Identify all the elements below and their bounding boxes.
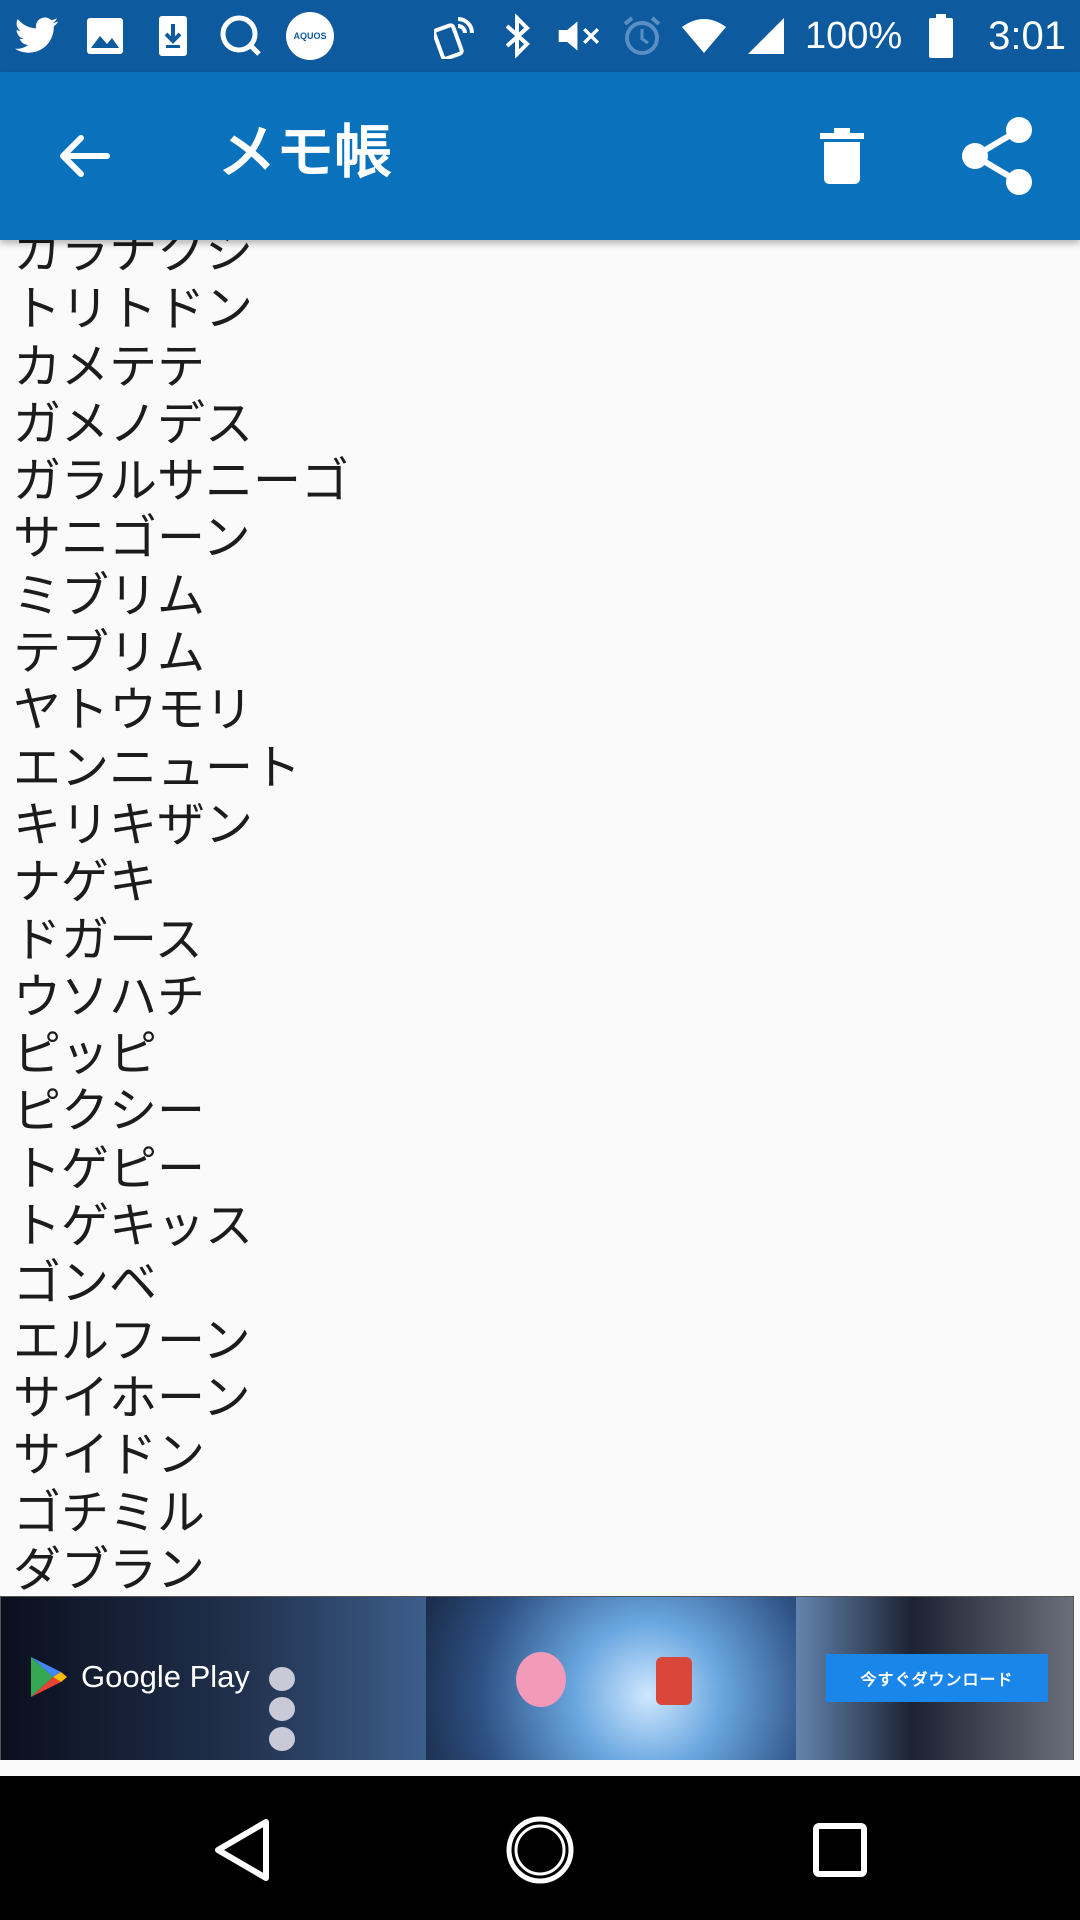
memo-line: ピッピ xyxy=(13,1026,158,1083)
nav-home-button[interactable] xyxy=(490,1800,590,1900)
memo-line: サイホーン xyxy=(13,1369,251,1426)
google-play-logo: Google Play xyxy=(29,1655,250,1699)
cell-signal-icon xyxy=(743,13,789,59)
alarm-icon xyxy=(619,13,665,59)
memo-text-area[interactable]: カラナクシ トリトドン カメテテ ガメノデス ガラルサニーゴ サニゴーン ミブリ… xyxy=(0,240,1080,1596)
memo-line: エンニュート xyxy=(13,739,302,796)
memo-lines: カラナクシ トリトドン カメテテ ガメノデス ガラルサニーゴ サニゴーン ミブリ… xyxy=(13,240,349,1596)
back-button[interactable] xyxy=(42,114,126,198)
nav-back-button[interactable] xyxy=(192,1800,292,1900)
ad-character-image xyxy=(516,1652,566,1707)
memo-line: ガメノデス xyxy=(13,395,254,452)
battery-percent: 100% xyxy=(804,14,903,57)
arrow-back-icon xyxy=(60,135,110,177)
memo-line: ヤトウモリ xyxy=(13,682,254,739)
ad-character-image xyxy=(656,1657,692,1705)
download-icon xyxy=(150,13,196,59)
navigation-bar xyxy=(0,1776,1080,1920)
memo-line: サニゴーン xyxy=(13,510,251,567)
share-icon xyxy=(962,117,1032,195)
nav-recents-button[interactable] xyxy=(790,1800,890,1900)
delete-button[interactable] xyxy=(800,114,884,198)
divider xyxy=(0,1760,1080,1776)
clock: 3:01 xyxy=(988,13,1066,58)
status-bar: AQUOS 100% 3:01 xyxy=(0,0,1080,72)
volume-mute-icon xyxy=(557,13,603,59)
nav-home-icon xyxy=(506,1816,574,1884)
image-icon xyxy=(82,13,128,59)
nav-recents-icon xyxy=(813,1823,867,1877)
memo-line: トゲキッス xyxy=(13,1198,254,1255)
app-bar: メモ帳 xyxy=(0,72,1080,240)
ad-banner[interactable]: Google Play 今すぐダウンロード xyxy=(0,1596,1074,1762)
avatar xyxy=(269,1667,295,1691)
memo-line: ゴチミル xyxy=(13,1484,206,1541)
twitter-icon xyxy=(14,13,60,59)
download-now-button[interactable]: 今すぐダウンロード xyxy=(826,1654,1048,1702)
memo-line: カメテテ xyxy=(13,338,206,395)
trash-icon xyxy=(820,128,864,184)
share-button[interactable] xyxy=(955,114,1039,198)
memo-line: ガラルサニーゴ xyxy=(13,453,350,510)
ad-avatar-thumbnails xyxy=(269,1667,295,1751)
memo-line: トゲピー xyxy=(13,1140,206,1197)
memo-line: ウソハチ xyxy=(13,968,206,1025)
bluetooth-icon xyxy=(495,13,541,59)
memo-line: テブリム xyxy=(13,625,206,682)
memo-line: ピクシー xyxy=(13,1083,206,1140)
memo-line: ダブラン xyxy=(13,1541,206,1596)
aquos-icon: AQUOS xyxy=(286,12,334,60)
memo-line: ドガース xyxy=(13,911,203,968)
avatar xyxy=(269,1727,295,1751)
notification-icons: AQUOS xyxy=(14,12,334,60)
memo-line: ミブリム xyxy=(13,567,206,624)
google-play-icon xyxy=(31,1657,67,1697)
memo-line: サイドン xyxy=(13,1427,206,1484)
system-icons: 100% 3:01 xyxy=(433,13,1066,59)
chat-bubble-icon xyxy=(218,13,264,59)
wifi-icon xyxy=(681,13,727,59)
battery-icon xyxy=(918,13,964,59)
memo-line: ナゲキ xyxy=(13,854,158,911)
nfc-icon xyxy=(433,13,479,59)
page-title: メモ帳 xyxy=(218,118,393,186)
memo-line: ゴンベ xyxy=(13,1255,158,1312)
memo-line: エルフーン xyxy=(13,1312,251,1369)
memo-line: トリトドン xyxy=(13,281,254,338)
ad-logo-text: Google Play xyxy=(81,1659,250,1694)
memo-line: カラナクシ xyxy=(13,240,254,280)
memo-line: キリキザン xyxy=(13,796,254,853)
avatar xyxy=(269,1697,295,1721)
nav-back-icon xyxy=(215,1819,269,1881)
ad-game-artwork xyxy=(426,1597,796,1761)
